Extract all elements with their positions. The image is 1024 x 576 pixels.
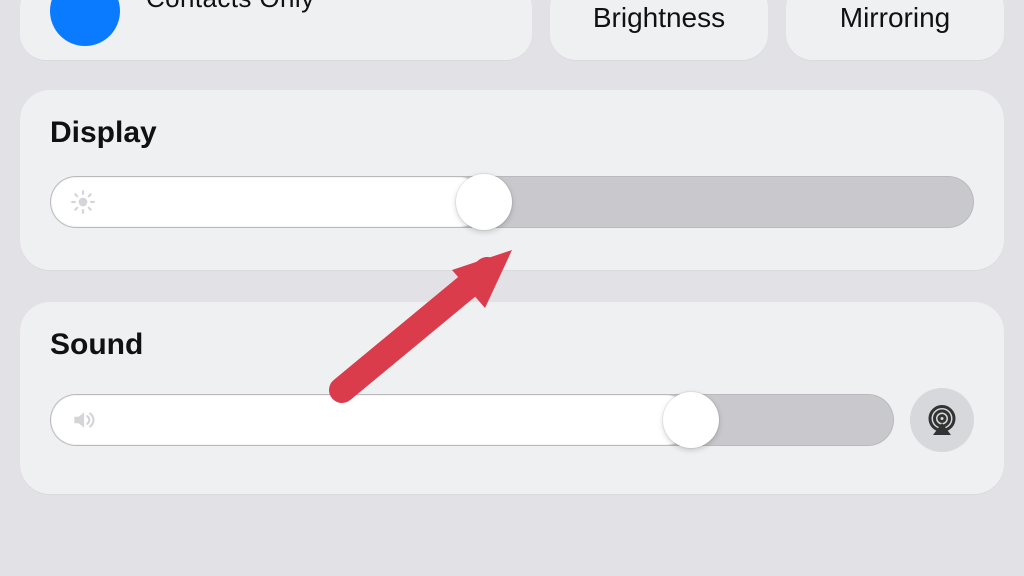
brightness-icon <box>70 189 96 215</box>
sound-slider-row <box>50 388 974 452</box>
sound-slider-thumb[interactable] <box>663 392 719 448</box>
brightness-label: Brightness <box>593 2 725 34</box>
sound-volume-slider[interactable] <box>50 394 894 446</box>
display-slider-thumb[interactable] <box>456 174 512 230</box>
airdrop-icon <box>50 0 120 46</box>
brightness-tile[interactable]: Brightness <box>550 0 768 60</box>
speaker-icon <box>70 407 96 433</box>
top-row: Contacts Only Brightness Mirroring <box>20 0 1004 60</box>
display-slider-row <box>50 176 974 228</box>
airplay-button[interactable] <box>910 388 974 452</box>
sound-slider-fill <box>51 395 691 445</box>
airdrop-card[interactable]: Contacts Only <box>20 0 532 60</box>
cropped-background-text <box>0 0 18 576</box>
airdrop-subtitle: Contacts Only <box>146 0 315 14</box>
sound-title: Sound <box>50 328 974 362</box>
display-brightness-slider[interactable] <box>50 176 974 228</box>
display-panel: Display <box>20 90 1004 270</box>
display-title: Display <box>50 116 974 150</box>
display-slider-fill <box>51 177 484 227</box>
control-center-content: Contacts Only Brightness Mirroring Displ… <box>20 0 1004 526</box>
airplay-icon <box>924 402 960 438</box>
mirroring-tile[interactable]: Mirroring <box>786 0 1004 60</box>
sound-panel: Sound <box>20 302 1004 494</box>
mirroring-label: Mirroring <box>840 2 950 34</box>
